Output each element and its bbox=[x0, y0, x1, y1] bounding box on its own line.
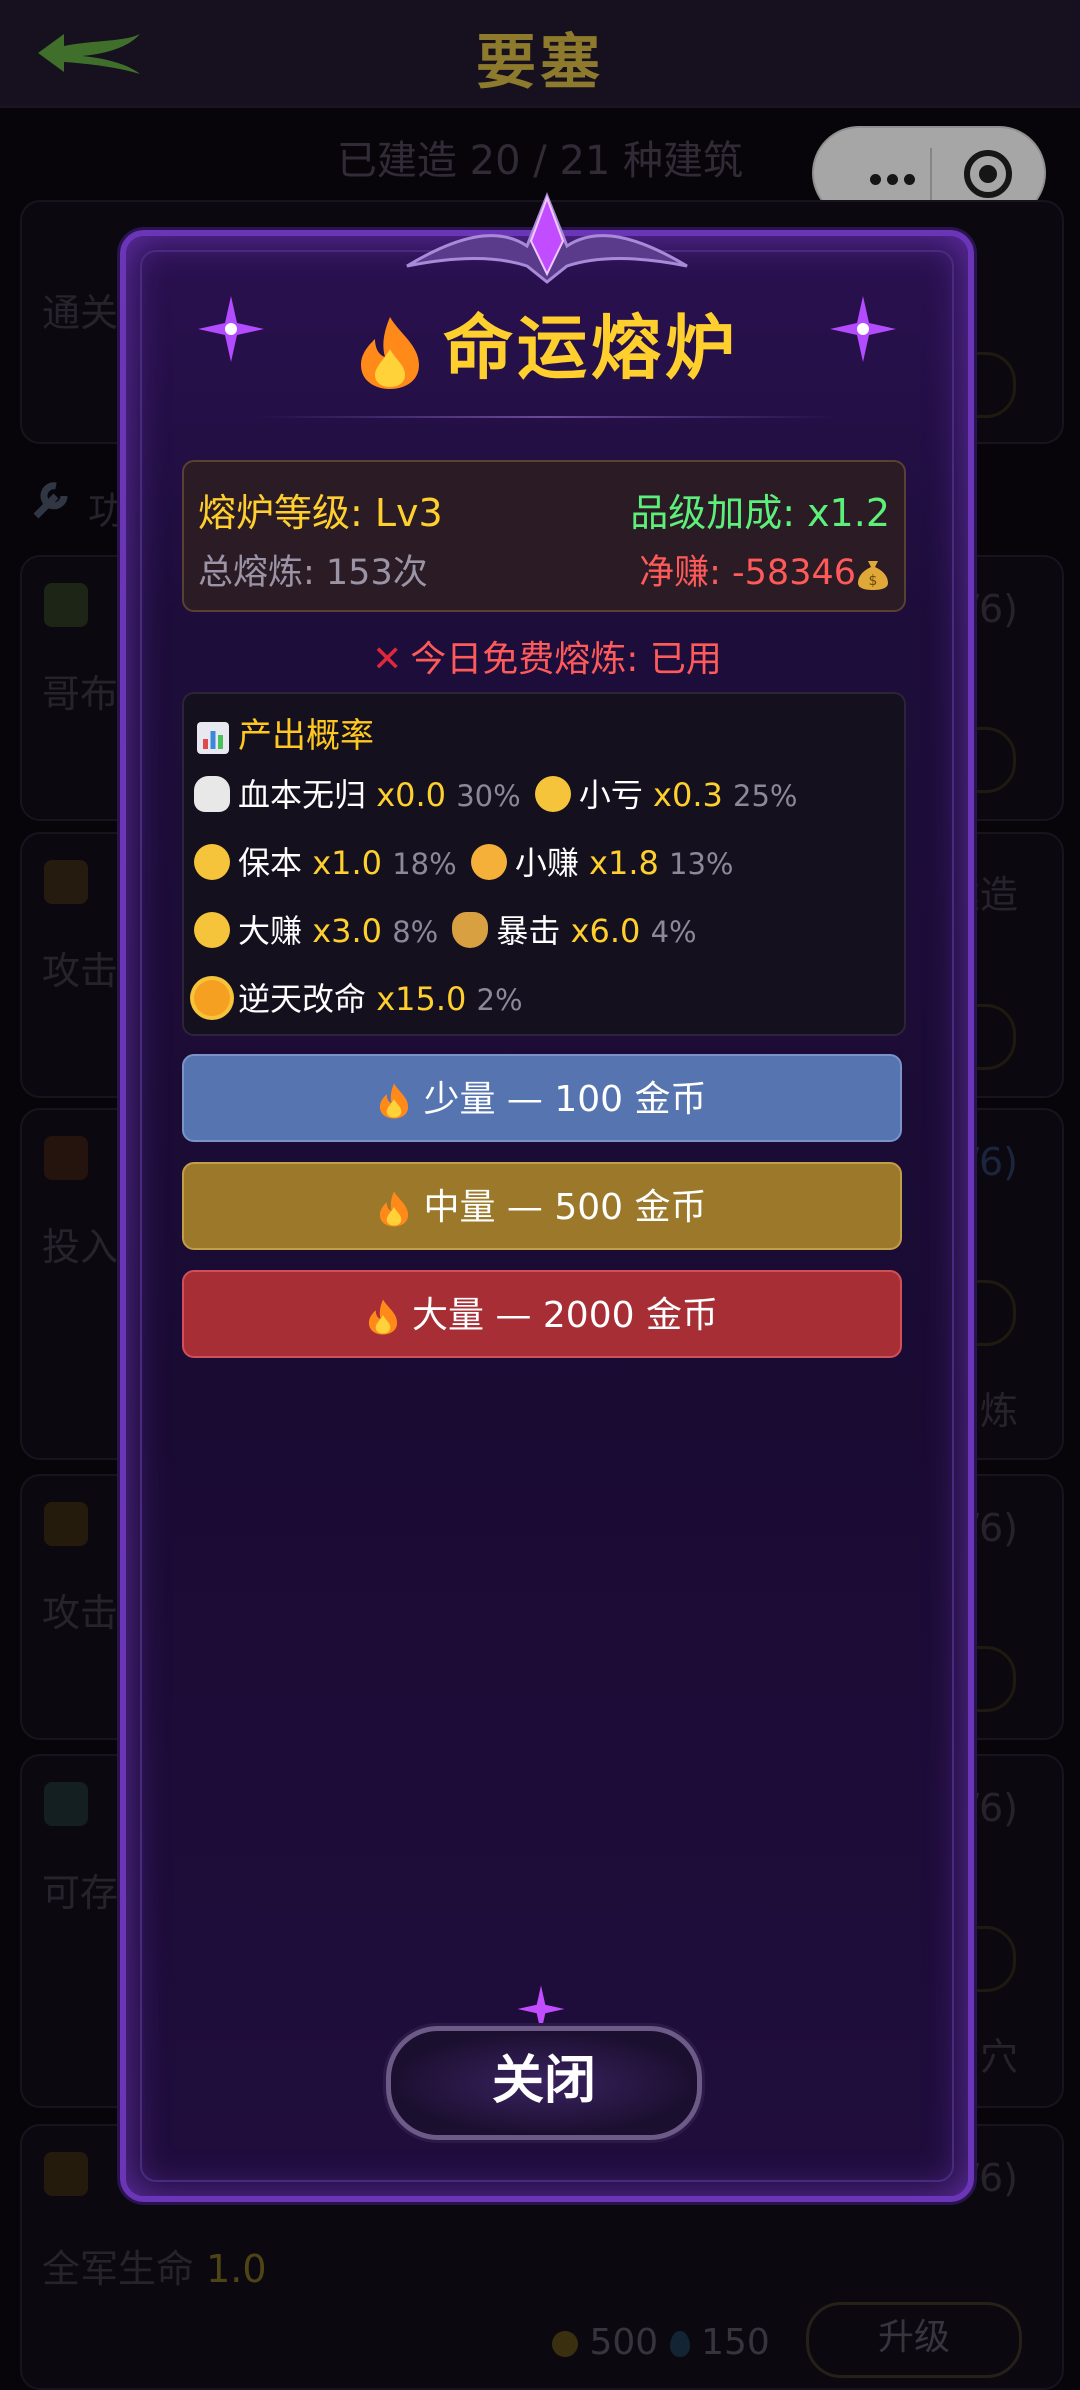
probability-row: 逆天改命 x15.0 2% bbox=[194, 974, 523, 1020]
free-smelt-status: ✕ 今日免费熔炼: 已用 bbox=[372, 639, 722, 680]
moneybag-icon bbox=[452, 912, 489, 948]
money-face-icon bbox=[194, 912, 230, 948]
probability-row: 血本无归 x0.0 30% 小亏 x0.3 25% bbox=[194, 770, 797, 816]
skull-icon bbox=[194, 776, 230, 812]
moneybag-icon: $ bbox=[858, 561, 888, 590]
smelt-medium-button[interactable]: 中量 — 500 金币 bbox=[182, 1162, 902, 1250]
fire-icon bbox=[361, 316, 419, 389]
net-profit: 净赚: -58346 $ bbox=[639, 544, 890, 595]
smelt-large-button[interactable]: 大量 — 2000 金币 bbox=[182, 1270, 902, 1358]
sun-icon bbox=[194, 980, 230, 1016]
top-bar: 要塞 bbox=[0, 0, 1080, 108]
grade-bonus: 品级加成: x1.2 bbox=[630, 491, 890, 535]
smelt-small-button[interactable]: 少量 — 100 金币 bbox=[182, 1054, 902, 1142]
cross-icon: ✕ bbox=[372, 639, 403, 680]
output-probability: 产出概率 血本无归 x0.0 30% 小亏 x0.3 25% 保本 x1.0 1… bbox=[182, 692, 906, 1036]
title-divider bbox=[256, 416, 838, 418]
total-smelts: 总熔炼: 153次 bbox=[198, 553, 428, 593]
modal-title: 命运熔炉 bbox=[126, 292, 968, 393]
close-button[interactable]: 关闭 bbox=[386, 2026, 702, 2140]
page-title: 要塞 bbox=[476, 28, 604, 98]
svg-text:$: $ bbox=[869, 573, 878, 589]
probability-header: 产出概率 bbox=[196, 708, 374, 757]
neutral-face-icon bbox=[194, 844, 230, 880]
smile-face-icon bbox=[470, 844, 507, 880]
crying-face-icon bbox=[534, 776, 571, 812]
probability-row: 大赚 x3.0 8% 暴击 x6.0 4% bbox=[194, 906, 697, 952]
furnace-stats: 熔炉等级: Lv3 品级加成: x1.2 总熔炼: 153次 净赚: -5834… bbox=[182, 460, 906, 612]
fire-icon bbox=[368, 1299, 398, 1335]
fire-icon bbox=[380, 1191, 409, 1227]
fire-icon bbox=[380, 1083, 409, 1119]
fate-furnace-modal: 命运熔炉 熔炉等级: Lv3 品级加成: x1.2 总熔炼: 153次 净赚: … bbox=[120, 191, 974, 2202]
probability-row: 保本 x1.0 18% 小赚 x1.8 13% bbox=[194, 838, 733, 884]
bar-chart-icon bbox=[197, 721, 229, 754]
crystal-ornament-icon bbox=[406, 191, 688, 284]
furnace-level: 熔炉等级: Lv3 bbox=[198, 491, 443, 535]
